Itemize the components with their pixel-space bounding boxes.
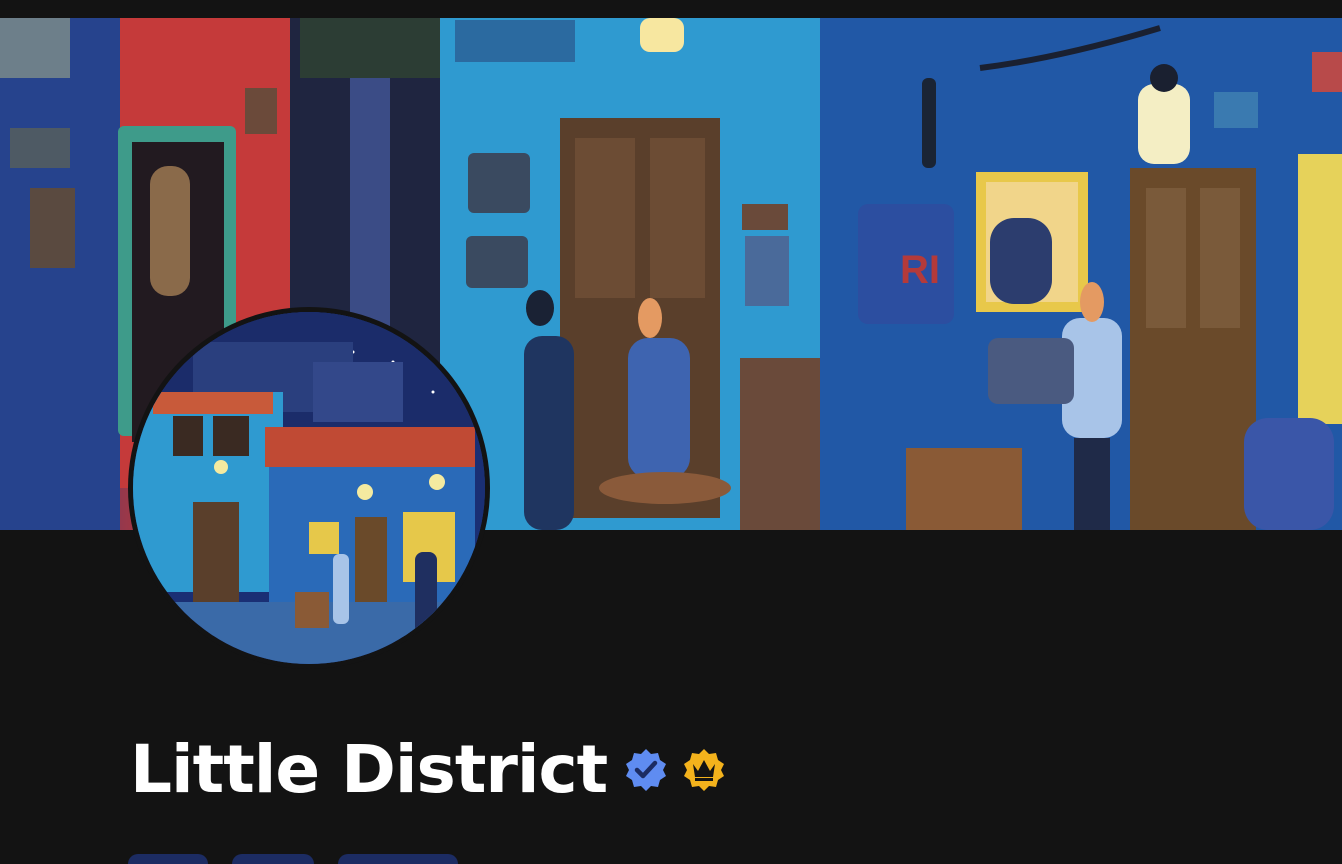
top-strip	[0, 0, 1342, 18]
profile-page: RI Little District	[0, 0, 1342, 864]
profile-name: Little District	[130, 731, 608, 808]
avatar-image	[133, 312, 485, 664]
profile-title-row: Little District	[130, 728, 727, 812]
tab-1[interactable]	[128, 854, 208, 864]
verified-badge-icon	[623, 747, 669, 793]
crown-badge-icon	[681, 747, 727, 793]
profile-tabs	[128, 854, 458, 864]
svg-text:RI: RI	[900, 248, 940, 292]
profile-avatar[interactable]	[128, 307, 490, 669]
tab-3[interactable]	[338, 854, 458, 864]
tab-2[interactable]	[232, 854, 314, 864]
avatar-artwork	[133, 312, 485, 664]
